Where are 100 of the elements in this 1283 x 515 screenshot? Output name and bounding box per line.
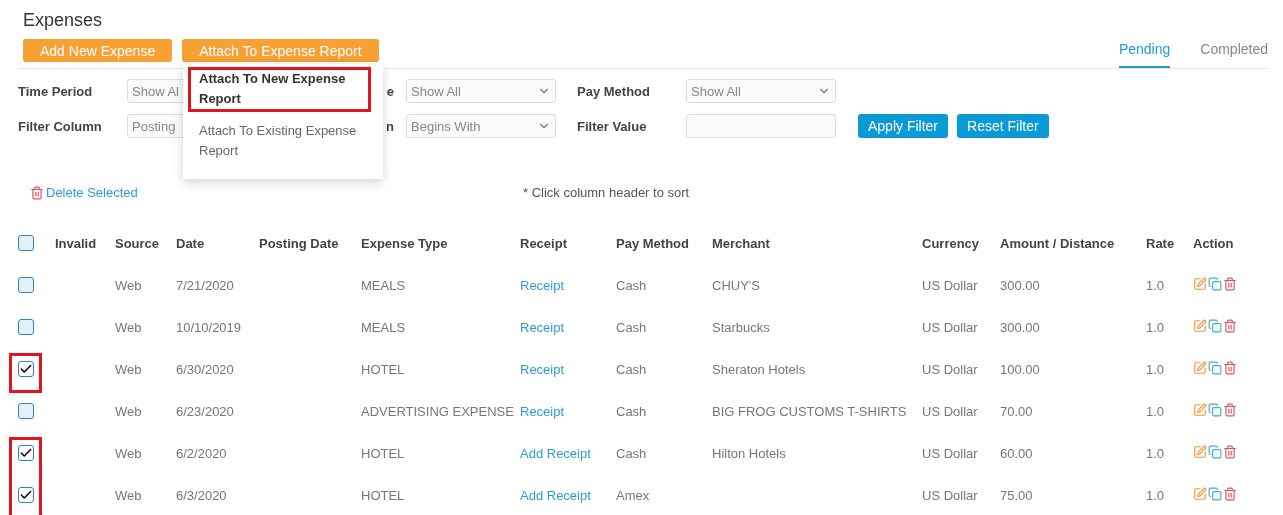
table-cell: US Dollar bbox=[922, 403, 978, 419]
row-checkbox[interactable] bbox=[18, 361, 34, 378]
table-cell: HOTEL bbox=[361, 445, 405, 461]
edit-icon[interactable] bbox=[1193, 276, 1207, 291]
select-all-checkbox[interactable] bbox=[18, 235, 34, 252]
table-cell: ADVERTISING EXPENSE bbox=[361, 403, 514, 419]
table-cell: 10/10/2019 bbox=[176, 319, 242, 335]
table-cell: Cash bbox=[616, 403, 647, 419]
menu-item[interactable]: Attach To New Expense Report bbox=[188, 67, 371, 112]
table-cell: MEALS bbox=[361, 319, 406, 335]
table-cell: 1.0 bbox=[1146, 487, 1165, 503]
filter-button[interactable]: Reset Filter bbox=[957, 114, 1049, 138]
table-cell: US Dollar bbox=[922, 445, 978, 461]
receipt-link[interactable]: Add Receipt bbox=[520, 487, 591, 503]
row-checkbox[interactable] bbox=[18, 487, 34, 504]
copy-icon[interactable] bbox=[1208, 276, 1222, 291]
receipt-link[interactable]: Receipt bbox=[520, 277, 565, 293]
tab[interactable]: Completed bbox=[1200, 41, 1268, 68]
menu-item[interactable]: Attach To Existing Expense Report bbox=[188, 119, 371, 164]
row-checkbox[interactable] bbox=[18, 403, 34, 420]
table-cell: 300.00 bbox=[1000, 277, 1040, 293]
action-button[interactable]: Add New Expense bbox=[23, 39, 173, 62]
filter-label: e bbox=[386, 83, 394, 99]
column-header[interactable]: Invalid bbox=[55, 222, 115, 264]
table-cell: 1.0 bbox=[1146, 319, 1165, 335]
table-cell: Cash bbox=[616, 361, 647, 377]
table-cell: 1.0 bbox=[1146, 403, 1165, 419]
table-cell: 6/30/2020 bbox=[176, 361, 234, 377]
column-header[interactable]: Posting Date bbox=[259, 222, 361, 264]
table-cell: Web bbox=[115, 403, 142, 419]
table-cell: Sheraton Hotels bbox=[712, 361, 806, 377]
table-cell: Web bbox=[115, 445, 142, 461]
copy-icon[interactable] bbox=[1208, 486, 1222, 501]
table-cell: 6/3/2020 bbox=[176, 487, 227, 503]
row-checkbox[interactable] bbox=[18, 319, 34, 336]
table-cell: Web bbox=[115, 277, 142, 293]
filter-select[interactable]: Show All bbox=[406, 79, 556, 103]
trash-icon bbox=[30, 185, 44, 200]
row-checkbox[interactable] bbox=[18, 277, 34, 294]
tab[interactable]: Pending bbox=[1118, 41, 1171, 68]
receipt-link[interactable]: Receipt bbox=[520, 403, 565, 419]
filter-label: Pay Method bbox=[577, 83, 650, 99]
table-cell: 6/2/2020 bbox=[176, 445, 227, 461]
filter-value-field[interactable] bbox=[686, 114, 836, 138]
table-cell: HOTEL bbox=[361, 487, 405, 503]
trash-icon[interactable] bbox=[1223, 486, 1237, 501]
table-cell: 70.00 bbox=[1000, 403, 1033, 419]
column-header[interactable]: Currency bbox=[922, 222, 1000, 264]
table-cell: US Dollar bbox=[922, 277, 978, 293]
column-header[interactable]: Pay Method bbox=[616, 222, 712, 264]
trash-icon[interactable] bbox=[1223, 360, 1237, 375]
table-cell: BIG FROG CUSTOMS T-SHIRTS bbox=[712, 403, 907, 419]
copy-icon[interactable] bbox=[1208, 360, 1222, 375]
trash-icon[interactable] bbox=[1223, 402, 1237, 417]
table-cell: Amex bbox=[616, 487, 650, 503]
edit-icon[interactable] bbox=[1193, 402, 1207, 417]
table-cell: Cash bbox=[616, 319, 647, 335]
row-checkbox[interactable] bbox=[18, 445, 34, 462]
column-header[interactable]: Amount / Distance bbox=[1000, 222, 1146, 264]
trash-icon[interactable] bbox=[1223, 318, 1237, 333]
edit-icon[interactable] bbox=[1193, 486, 1207, 501]
column-header[interactable]: Action bbox=[1193, 222, 1268, 264]
edit-icon[interactable] bbox=[1193, 318, 1207, 333]
table-cell: Web bbox=[115, 487, 142, 503]
column-header[interactable]: Merchant bbox=[712, 222, 922, 264]
column-header[interactable]: Date bbox=[176, 222, 259, 264]
filter-select[interactable]: Begins With bbox=[406, 114, 556, 138]
column-header[interactable]: Expense Type bbox=[361, 222, 520, 264]
table-cell: Web bbox=[115, 319, 142, 335]
table-cell: 1.0 bbox=[1146, 277, 1165, 293]
trash-icon[interactable] bbox=[1223, 444, 1237, 459]
filter-select[interactable]: Show All bbox=[686, 79, 836, 103]
table-cell: 60.00 bbox=[1000, 445, 1033, 461]
delete-selected-link[interactable]: Delete Selected bbox=[30, 185, 523, 200]
copy-icon[interactable] bbox=[1208, 402, 1222, 417]
table-cell: 1.0 bbox=[1146, 445, 1165, 461]
edit-icon[interactable] bbox=[1193, 360, 1207, 375]
action-button[interactable]: Attach To Expense Report bbox=[182, 39, 379, 62]
trash-icon[interactable] bbox=[1223, 276, 1237, 291]
table-cell: 6/23/2020 bbox=[176, 403, 234, 419]
column-header[interactable]: Receipt bbox=[520, 222, 616, 264]
edit-icon[interactable] bbox=[1193, 444, 1207, 459]
table-cell: 7/21/2020 bbox=[176, 277, 234, 293]
receipt-link[interactable]: Receipt bbox=[520, 319, 565, 335]
copy-icon[interactable] bbox=[1208, 444, 1222, 459]
receipt-link[interactable]: Receipt bbox=[520, 361, 565, 377]
table-cell: Cash bbox=[616, 277, 647, 293]
table-cell: US Dollar bbox=[922, 487, 978, 503]
table-cell: Cash bbox=[616, 445, 647, 461]
filter-label: n bbox=[386, 118, 394, 134]
table-cell: US Dollar bbox=[922, 319, 978, 335]
filter-button[interactable]: Apply Filter bbox=[858, 114, 949, 138]
column-header[interactable]: Source bbox=[115, 222, 176, 264]
page-title: Expenses bbox=[23, 10, 104, 32]
column-header[interactable]: Rate bbox=[1146, 222, 1193, 264]
receipt-link[interactable]: Add Receipt bbox=[520, 445, 591, 461]
filter-label: Filter Value bbox=[577, 118, 647, 134]
copy-icon[interactable] bbox=[1208, 318, 1222, 333]
table-cell: 100.00 bbox=[1000, 361, 1040, 377]
table-cell: Web bbox=[115, 361, 142, 377]
